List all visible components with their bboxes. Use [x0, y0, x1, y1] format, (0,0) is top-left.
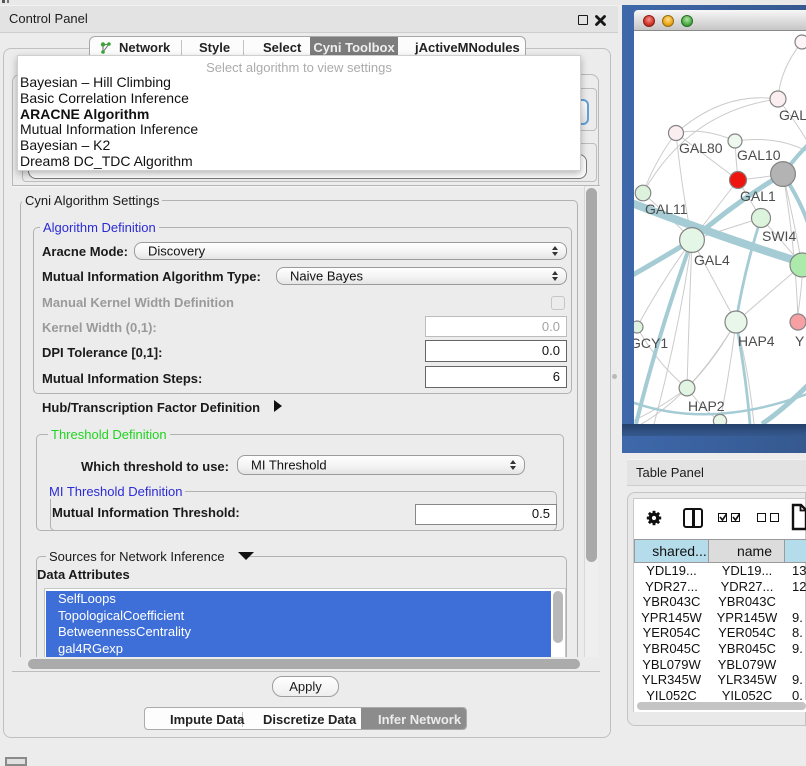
svg-text:GCY1: GCY1: [634, 335, 668, 351]
svg-text:GAL7: GAL7: [779, 107, 806, 123]
svg-text:GAL4: GAL4: [694, 252, 730, 268]
svg-text:HAP2: HAP2: [688, 398, 725, 414]
svg-text:GAL10: GAL10: [737, 147, 781, 163]
svg-text:SWI4: SWI4: [762, 228, 796, 244]
svg-text:GAL11: GAL11: [645, 201, 688, 217]
svg-text:GAL1: GAL1: [740, 188, 776, 204]
svg-text:Y: Y: [795, 333, 805, 349]
svg-text:HAP4: HAP4: [738, 333, 775, 349]
svg-text:GAL80: GAL80: [679, 140, 723, 156]
